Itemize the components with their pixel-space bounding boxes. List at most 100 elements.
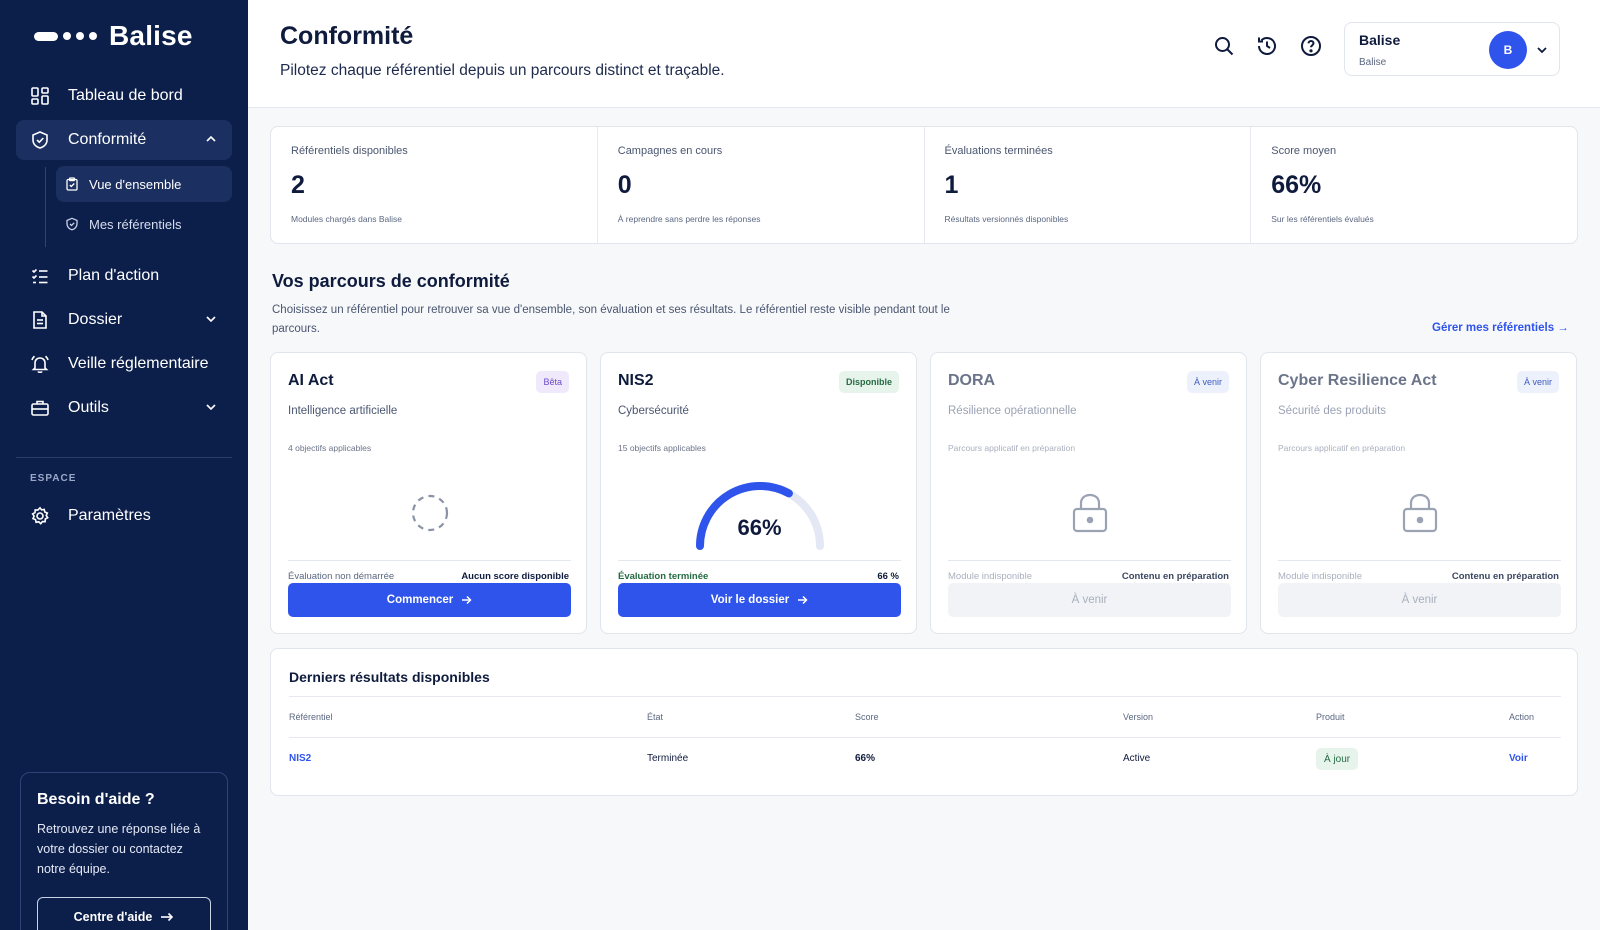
chevron-down-icon [206, 316, 216, 323]
help-center-button[interactable]: Centre d'aide [37, 897, 211, 930]
user-org: Balise [1359, 57, 1387, 68]
results-title: Derniers résultats disponibles [289, 669, 490, 685]
brand-name: Balise [109, 20, 193, 51]
card-status: Évaluation non démarrée [288, 571, 395, 582]
sidebar-item-dossier[interactable]: Dossier [16, 300, 232, 340]
results-table: Derniers résultats disponibles Référenti… [270, 648, 1578, 796]
row-product-badge: À jour [1316, 748, 1359, 770]
card-status: Évaluation terminée [618, 571, 709, 582]
card-subtitle: Résilience opérationnelle [948, 405, 1077, 417]
card-nis2: NIS2 Disponible Cybersécurité 15 objecti… [600, 352, 917, 634]
chevron-down-icon [1537, 47, 1547, 54]
table-divider [289, 737, 1561, 738]
stat-referentiels: Référentiels disponibles 2 Modules charg… [271, 127, 598, 243]
page-title: Conformité [280, 22, 414, 50]
chevron-down-icon [206, 404, 216, 411]
arrow-right-icon [798, 595, 808, 605]
sidebar-item-label: Outils [68, 399, 109, 416]
sidebar-subitem-label: Vue d'ensemble [89, 176, 182, 192]
sidebar-item-label: Veille réglementaire [68, 355, 209, 372]
row-score: 66% [855, 753, 876, 764]
search-icon[interactable] [1212, 34, 1236, 58]
coming-soon-button: À venir [1278, 583, 1561, 617]
card-divider [1278, 560, 1561, 561]
stat-campagnes: Campagnes en cours 0 À reprendre sans pe… [598, 127, 925, 243]
sidebar-item-veille[interactable]: Veille réglementaire [16, 344, 232, 384]
history-icon[interactable] [1255, 34, 1279, 58]
user-menu[interactable]: Balise Balise B [1344, 22, 1560, 76]
button-label: Voir le dossier [710, 594, 790, 606]
stat-note: À reprendre sans perdre les réponses [617, 214, 761, 224]
column-header: Référentiel [289, 712, 333, 722]
checklist-icon [30, 266, 50, 286]
clipboard-check-icon [65, 177, 79, 191]
help-title: Besoin d'aide ? [37, 791, 155, 808]
sidebar-subitem-referentiels[interactable]: Mes référentiels [56, 206, 232, 242]
card-dora: DORA À venir Résilience opérationnelle P… [930, 352, 1247, 634]
column-header: État [647, 712, 664, 722]
stat-score: Score moyen 66% Sur les référentiels éva… [1251, 127, 1577, 243]
card-divider [948, 560, 1231, 561]
card-meta: Contenu en préparation [1121, 571, 1229, 582]
shield-check-icon [30, 130, 50, 150]
stat-value: 0 [617, 171, 632, 199]
view-dossier-button[interactable]: Voir le dossier [618, 583, 901, 617]
stat-note: Modules chargés dans Balise [291, 214, 403, 224]
stat-note: Résultats versionnés disponibles [944, 214, 1069, 224]
table-divider [289, 696, 1561, 697]
sidebar-section-label: ESPACE [30, 473, 77, 484]
card-subtitle: Intelligence artificielle [288, 405, 398, 417]
card-status: Module indisponible [1278, 571, 1362, 582]
toolbox-icon [30, 398, 50, 418]
card-title: DORA [948, 372, 996, 389]
card-objectives: Parcours applicatif en préparation [948, 443, 1076, 453]
sidebar-item-outils[interactable]: Outils [16, 388, 232, 428]
help-center-label: Centre d'aide [73, 910, 153, 924]
sidebar-item-label: Paramètres [68, 507, 151, 524]
sidebar-divider [16, 457, 232, 458]
gauge-value: 66% [737, 515, 782, 540]
manage-referentiels-link[interactable]: Gérer mes référentiels → [1432, 322, 1569, 334]
sidebar-item-conformite[interactable]: Conformité [16, 120, 232, 160]
sidebar-item-action-plan[interactable]: Plan d'action [16, 256, 232, 296]
card-visual [271, 463, 588, 563]
gauge-arc [695, 482, 824, 550]
sidebar-item-label: Conformité [68, 131, 147, 148]
card-title: Cyber Resilience Act [1278, 372, 1437, 389]
status-badge: Bêta [536, 371, 569, 393]
card-visual [1261, 463, 1578, 563]
sidebar-subitem-overview[interactable]: Vue d'ensemble [56, 166, 232, 202]
card-cyber-resilience-act: Cyber Resilience Act À venir Sécurité de… [1260, 352, 1577, 634]
sidebar-item-label: Plan d'action [68, 267, 160, 284]
stat-note: Sur les référentiels évalués [1271, 214, 1374, 224]
start-button[interactable]: Commencer [288, 583, 571, 617]
button-label: À venir [1071, 594, 1108, 606]
stats-panel: Référentiels disponibles 2 Modules charg… [270, 126, 1578, 244]
arrow-right-icon [161, 912, 174, 922]
row-version: Active [1123, 753, 1151, 764]
column-header: Produit [1316, 712, 1345, 722]
card-divider [288, 560, 571, 561]
sidebar-item-label: Dossier [68, 311, 123, 328]
user-name: Balise [1359, 32, 1401, 48]
row-view-link[interactable]: Voir [1509, 753, 1528, 764]
lock-icon [1402, 493, 1437, 533]
avatar: B [1489, 31, 1527, 69]
stat-label: Campagnes en cours [617, 145, 723, 157]
help-circle-icon[interactable] [1299, 34, 1323, 58]
card-visual [931, 463, 1248, 563]
brand-logo[interactable]: Balise [34, 20, 193, 52]
card-meta: 66 % [877, 571, 899, 582]
card-meta: Aucun score disponible [461, 571, 569, 582]
sidebar-item-dashboard[interactable]: Tableau de bord [16, 76, 232, 116]
status-badge: À venir [1186, 371, 1229, 393]
document-icon [30, 310, 50, 330]
sidebar-item-settings[interactable]: Paramètres [16, 496, 232, 536]
top-header: Conformité Pilotez chaque référentiel de… [248, 0, 1600, 108]
help-card: Besoin d'aide ? Retrouvez une réponse li… [20, 772, 228, 930]
card-title: AI Act [288, 372, 334, 389]
section-description: Choisissez un référentiel pour retrouver… [272, 304, 950, 335]
card-objectives: Parcours applicatif en préparation [1278, 443, 1406, 453]
row-referentiel-link[interactable]: NIS2 [289, 753, 311, 764]
row-state: Terminée [647, 753, 689, 764]
